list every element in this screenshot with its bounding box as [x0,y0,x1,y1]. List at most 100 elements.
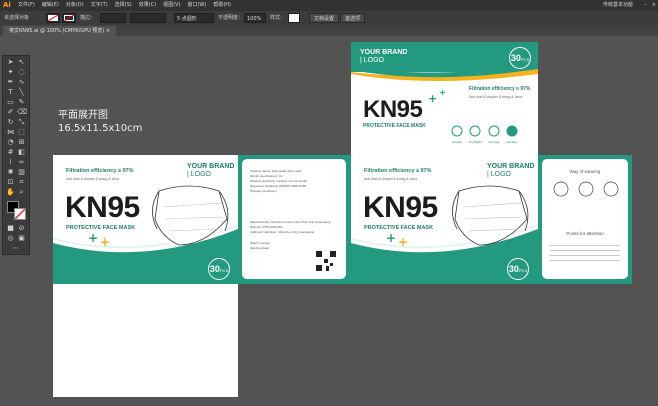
top-filtration: Filtration efficiency ≥ 97% [469,86,531,92]
selection-status: 未选择对象 [4,15,30,21]
front-pcs-badge: 30PCS [208,258,230,280]
rectangle-tool-icon[interactable]: ▭ [6,98,15,107]
menu-select[interactable]: 选择(S) [115,0,132,11]
pen-tool-icon[interactable]: ✒ [6,78,15,87]
color-mode-icon[interactable]: ■ [6,224,15,233]
perspective-grid-icon[interactable]: ⊞ [17,138,26,147]
menu-effect[interactable]: 效果(C) [139,0,156,11]
none-color-icon[interactable]: ⊘ [17,224,26,233]
screen-mode-icon[interactable]: ▣ [17,234,26,243]
slice-tool-icon[interactable]: ⌗ [17,178,26,187]
front-kn95: KN95 [65,191,140,224]
front-plus-icon: + [88,231,99,245]
front-brand-line1: YOUR BRAND [187,163,235,170]
dieline-size: 16.5x11.5x10cm [58,123,143,134]
info-lines: [Product name]: Disposable face mask [Mo… [250,169,331,251]
qr-code-icon [316,251,336,271]
menu-view[interactable]: 视图(V) [163,0,180,11]
top-lid-panel[interactable]: YOUR BRAND | LOGO 30PCS KN95 PROTECTIVE … [351,42,538,155]
lasso-icon[interactable]: ◌ [17,68,26,77]
menu-type[interactable]: 文字(T) [91,0,108,11]
back-kn95: KN95 [363,191,438,224]
front-anti-dust: Anti dust & droplet & smog & virus [66,177,120,181]
eyedropper-icon[interactable]: ⌇ [6,158,15,167]
back-brand: YOUR BRAND | LOGO [487,163,534,179]
attention-lines [550,241,620,265]
menu-help[interactable]: 帮助(H) [213,0,231,11]
shape-builder-icon[interactable]: ◔ [6,138,15,147]
info-side-card[interactable]: [Product name]: Disposable face mask [Mo… [242,159,346,279]
menu-edit[interactable]: 编辑(E) [42,0,59,11]
dieline-caption: 平面展开图 16.5x11.5x10cm [58,109,142,135]
variable-width-profile[interactable] [130,13,166,23]
brush-definition[interactable]: 5 点圆形 [174,13,214,23]
paintbrush-icon[interactable]: ✎ [17,98,26,107]
zoom-tool-icon[interactable]: ⌕ [17,188,26,197]
menu-object[interactable]: 对象(O) [66,0,84,11]
instructions-side-card[interactable]: Way of wearing Points for attention [542,159,628,279]
curvature-tool-icon[interactable]: ∿ [17,78,26,87]
wearing-step-icon [603,181,619,197]
dieline-title: 平面展开图 [58,110,108,121]
column-graph-icon[interactable]: ▥ [17,168,26,177]
close-icon[interactable]: × [652,0,656,11]
menu-file[interactable]: 文件(F) [18,0,35,11]
rotate-tool-icon[interactable]: ↻ [6,118,15,127]
blend-tool-icon[interactable]: ∞ [17,158,26,167]
stroke-label: 描边： [80,15,96,21]
edit-toolbar-icon[interactable]: ⋯ [11,244,20,253]
menu-window[interactable]: 窗口(W) [187,0,206,11]
points-for-attention: Points for attention [566,231,604,236]
ai-logo: Ai [3,1,11,9]
stroke-swatch[interactable] [62,13,76,23]
back-brand-line1: YOUR BRAND [487,163,535,170]
document-tab-title: 英文KN95.ai @ 100% (CMYK/GPU 预览) [9,28,105,34]
top-brand-line1: YOUR BRAND [360,49,408,56]
top-lid-wave [351,66,538,81]
style-label: 样式： [270,15,286,21]
draw-mode-icon[interactable]: ◎ [6,234,15,243]
back-protective: PROTECTIVE FACE MASK [364,225,434,231]
document-tab[interactable]: 英文KN95.ai @ 100% (CMYK/GPU 预览) × [3,26,117,36]
document-tab-bar: 英文KN95.ai @ 100% (CMYK/GPU 预览) × [0,25,658,36]
bottom-flap-panel[interactable] [53,284,238,397]
opacity-input[interactable]: 100% [244,13,266,23]
line-tool-icon[interactable]: ╲ [17,88,26,97]
selection-tool-icon[interactable]: ➤ [6,58,15,67]
gradient-tool-icon[interactable]: ◧ [17,148,26,157]
top-pcs-badge: 30PCS [509,47,531,69]
type-tool-icon[interactable]: T [6,88,15,97]
workspace-switcher[interactable]: 传统基本功能 [603,0,633,11]
close-tab-icon[interactable]: × [106,28,110,34]
hand-tool-icon[interactable]: ✋ [6,188,15,197]
plus-icon: + [428,92,438,105]
preferences-button[interactable]: 首选项 [340,13,366,23]
scale-tool-icon[interactable]: ⤡ [17,118,26,127]
back-mask-illustration-icon [452,185,529,246]
wearing-step-icon [578,181,594,197]
stroke-color-icon[interactable] [14,208,26,220]
back-panel[interactable]: Filtration efficiency ≥ 97% Anti dust & … [351,155,538,284]
illustrator-window: Ai 文件(F) 编辑(E) 对象(O) 文字(T) 选择(S) 效果(C) 视… [0,0,658,406]
front-filtration: Filtration efficiency ≥ 97% [66,168,134,174]
top-brand-line2: | LOGO [360,57,384,64]
graphic-style-swatch[interactable] [288,13,300,23]
mask-illustration-icon [152,185,229,246]
document-setup-button[interactable]: 文档设置 [309,13,340,23]
shaper-tool-icon[interactable]: ✐ [6,108,15,117]
direct-selection-tool-icon[interactable]: ↖ [17,58,26,67]
magic-wand-icon[interactable]: ✦ [6,68,15,77]
free-transform-icon[interactable]: ⬚ [17,128,26,137]
fill-swatch[interactable] [46,13,60,23]
symbol-sprayer-icon[interactable]: ✺ [6,168,15,177]
width-tool-icon[interactable]: ⋈ [6,128,15,137]
artboard-tool-icon[interactable]: ⊡ [6,178,15,187]
eraser-icon[interactable]: ⌫ [17,108,27,117]
menu-bar: Ai 文件(F) 编辑(E) 对象(O) 文字(T) 选择(S) 效果(C) 视… [0,0,658,11]
mesh-tool-icon[interactable]: # [6,148,15,157]
back-filtration: Filtration efficiency ≥ 97% [364,168,432,174]
wearing-step-icon [553,181,569,197]
minimize-icon[interactable]: – [644,0,647,11]
front-panel[interactable]: Filtration efficiency ≥ 97% Anti dust & … [53,155,238,284]
stroke-weight-input[interactable] [100,13,126,23]
